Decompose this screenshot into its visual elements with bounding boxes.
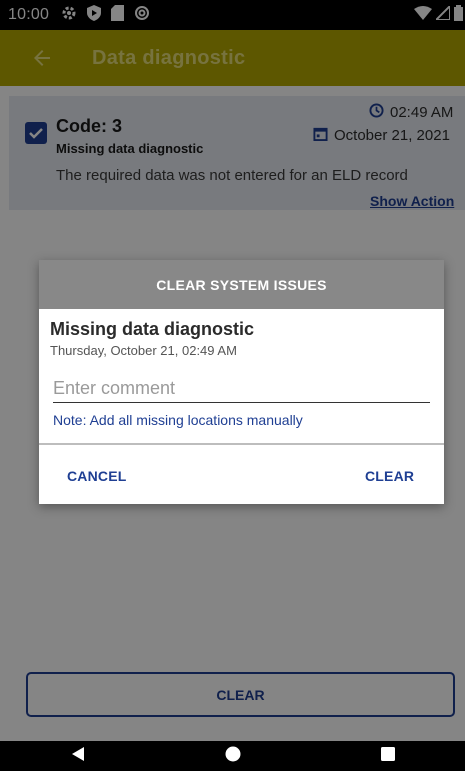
dialog-title: Missing data diagnostic <box>50 319 255 339</box>
dialog-note: Note: Add all missing locations manually <box>53 412 303 428</box>
dialog-header: CLEAR SYSTEM ISSUES <box>39 260 444 309</box>
navigation-bar <box>0 741 465 771</box>
dialog-subtitle: Thursday, October 21, 02:49 AM <box>50 343 237 358</box>
clear-system-issues-dialog: CLEAR SYSTEM ISSUES Missing data diagnos… <box>39 260 444 504</box>
dialog-clear-button[interactable]: CLEAR <box>365 468 414 484</box>
comment-input[interactable] <box>53 374 430 403</box>
back-triangle-icon[interactable] <box>70 746 86 767</box>
recents-square-icon[interactable] <box>380 746 396 767</box>
cancel-button[interactable]: CANCEL <box>67 468 127 484</box>
home-circle-icon[interactable] <box>225 746 241 767</box>
dialog-divider <box>39 443 444 445</box>
